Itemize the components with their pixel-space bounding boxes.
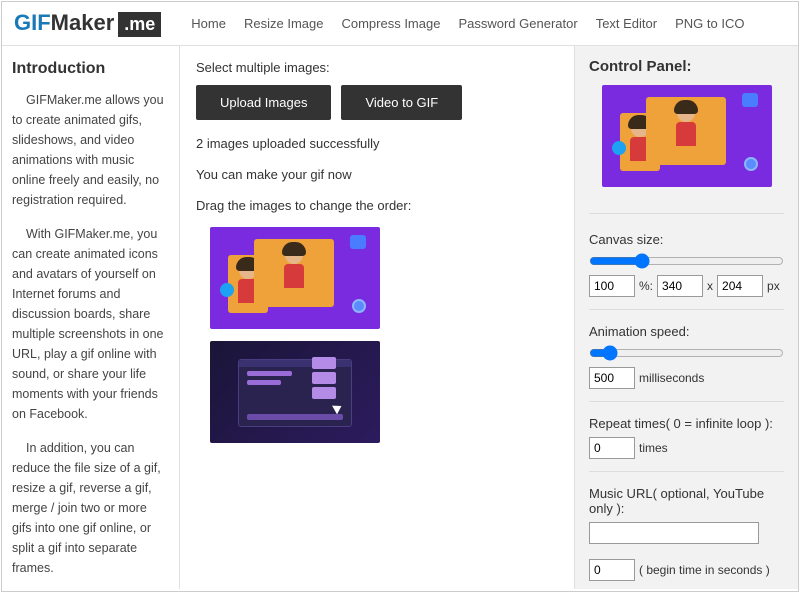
logo-part-maker: Maker xyxy=(51,10,115,36)
uploaded-image-2[interactable] xyxy=(210,341,380,443)
begin-time-text: ( begin time in seconds ) xyxy=(639,563,770,577)
canvas-percent-input[interactable] xyxy=(589,275,635,297)
logo-part-gif: GIF xyxy=(14,10,51,36)
nav-home[interactable]: Home xyxy=(191,16,226,31)
logo[interactable]: GIF Maker .me xyxy=(14,10,161,37)
nav-password[interactable]: Password Generator xyxy=(458,16,577,31)
intro-p2: With GIFMaker.me, you can create animate… xyxy=(12,224,169,424)
canvas-size-slider[interactable] xyxy=(589,253,784,269)
video-to-gif-button[interactable]: Video to GIF xyxy=(341,85,462,120)
repeat-times-label: Repeat times( 0 = infinite loop ): xyxy=(589,416,784,431)
header: GIF Maker .me Home Resize Image Compress… xyxy=(2,2,798,46)
animation-speed-slider[interactable] xyxy=(589,345,784,361)
center-area: Select multiple images: Upload Images Vi… xyxy=(180,46,574,589)
music-url-input[interactable] xyxy=(589,522,759,544)
drag-order-label: Drag the images to change the order: xyxy=(196,198,558,213)
repeat-unit: times xyxy=(639,441,668,455)
animation-speed-label: Animation speed: xyxy=(589,324,784,339)
intro-p1: GIFMaker.me allows you to create animate… xyxy=(12,90,169,210)
intro-heading: Introduction xyxy=(12,60,169,78)
select-images-label: Select multiple images: xyxy=(196,60,558,75)
canvas-height-input[interactable] xyxy=(717,275,763,297)
main-nav: Home Resize Image Compress Image Passwor… xyxy=(191,16,744,31)
control-panel: Control Panel: Canvas size: xyxy=(574,46,798,589)
logo-part-me: .me xyxy=(118,12,161,37)
intro-p3: In addition, you can reduce the file siz… xyxy=(12,438,169,578)
nav-pngico[interactable]: PNG to ICO xyxy=(675,16,744,31)
make-gif-hint: You can make your gif now xyxy=(196,167,558,182)
begin-time-input[interactable] xyxy=(589,559,635,581)
dim-separator: x xyxy=(707,279,713,293)
speed-unit: milliseconds xyxy=(639,371,704,385)
canvas-size-label: Canvas size: xyxy=(589,232,784,247)
uploaded-image-1[interactable] xyxy=(210,227,380,329)
nav-compress[interactable]: Compress Image xyxy=(341,16,440,31)
control-panel-title: Control Panel: xyxy=(589,58,784,75)
nav-texteditor[interactable]: Text Editor xyxy=(596,16,657,31)
upload-status: 2 images uploaded successfully xyxy=(196,136,558,151)
nav-resize[interactable]: Resize Image xyxy=(244,16,323,31)
preview-thumbnail xyxy=(602,85,772,187)
animation-speed-input[interactable] xyxy=(589,367,635,389)
percent-unit: %: xyxy=(639,279,653,293)
upload-images-button[interactable]: Upload Images xyxy=(196,85,331,120)
canvas-width-input[interactable] xyxy=(657,275,703,297)
repeat-times-input[interactable] xyxy=(589,437,635,459)
intro-sidebar: Introduction GIFMaker.me allows you to c… xyxy=(2,46,180,589)
music-url-label: Music URL( optional, YouTube only ): xyxy=(589,486,784,516)
px-unit: px xyxy=(767,279,780,293)
